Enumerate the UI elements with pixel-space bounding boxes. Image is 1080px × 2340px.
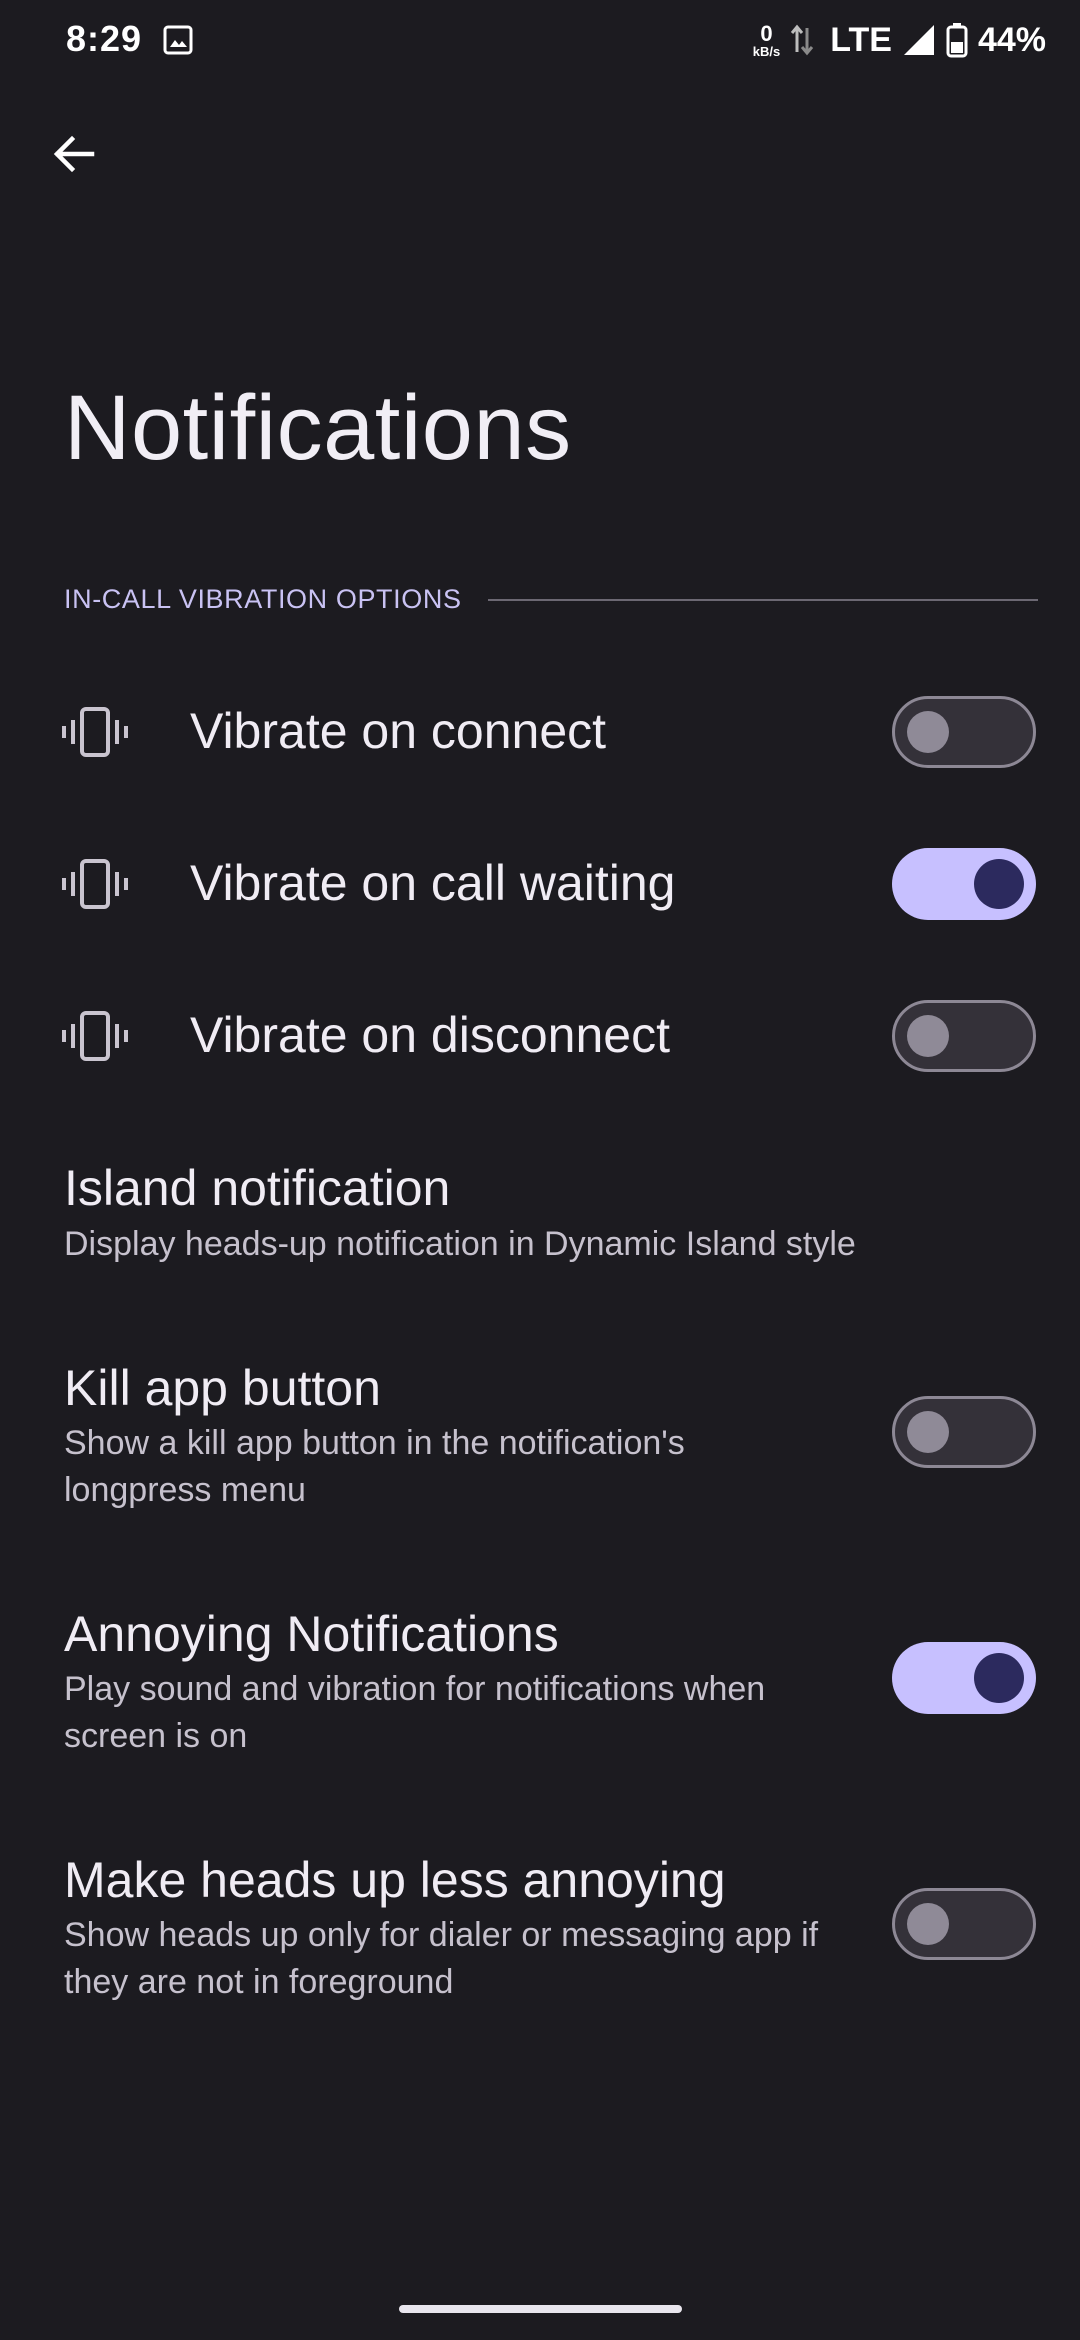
annoying-notifications-description: Play sound and vibration for notificatio… — [64, 1670, 766, 1755]
vibrate-on-connect-toggle[interactable] — [892, 696, 1036, 768]
vibrate-icon — [62, 707, 128, 757]
battery-percent: 44% — [977, 20, 1046, 59]
kill-app-button-title: Kill app button — [64, 1360, 381, 1416]
toggle-knob — [974, 1653, 1024, 1703]
vibrate-icon — [62, 859, 128, 909]
vibrate-on-disconnect-label: Vibrate on disconnect — [190, 1007, 670, 1063]
status-bar: 8:29 0 kB/s LTE 44% — [0, 0, 1080, 80]
page-title: Notifications — [64, 377, 572, 479]
network-speed-unit: kB/s — [752, 43, 781, 59]
signal-icon — [903, 25, 934, 55]
annoying-notifications-title: Annoying Notifications — [64, 1606, 559, 1662]
toggle-knob — [907, 1015, 949, 1057]
arrow-left-icon — [53, 135, 95, 173]
vibrate-on-connect-row[interactable]: Vibrate on connect — [0, 680, 1080, 784]
data-arrows-icon — [791, 24, 814, 56]
heads-up-less-annoying-description: Show heads up only for dialer or messagi… — [64, 1916, 819, 2001]
heads-up-less-annoying-row[interactable]: Make heads up less annoying Show heads u… — [0, 1832, 1080, 2012]
gallery-icon — [163, 25, 193, 55]
status-indicators: 0 kB/s LTE 44% — [753, 16, 1046, 64]
toggle-knob — [974, 859, 1024, 909]
toggle-knob — [907, 1411, 949, 1453]
section-divider — [487, 598, 1038, 601]
section-header-label: IN-CALL VIBRATION OPTIONS — [64, 584, 462, 614]
section-header: IN-CALL VIBRATION OPTIONS — [64, 584, 1038, 615]
kill-app-button-toggle[interactable] — [892, 1396, 1036, 1468]
heads-up-less-annoying-toggle[interactable] — [892, 1888, 1036, 1960]
vibrate-on-disconnect-toggle[interactable] — [892, 1000, 1036, 1072]
home-indicator[interactable] — [399, 2305, 682, 2313]
status-time: 8:29 — [66, 18, 143, 59]
network-speed-value: 0 — [760, 20, 773, 46]
kill-app-button-description: Show a kill app button in the notificati… — [64, 1424, 685, 1509]
network-type: LTE — [830, 20, 892, 59]
vibrate-icon — [62, 1011, 128, 1061]
vibrate-on-connect-label: Vibrate on connect — [190, 703, 607, 759]
annoying-notifications-toggle[interactable] — [892, 1642, 1036, 1714]
island-notification-row[interactable]: Island notification Display heads-up not… — [0, 1140, 1080, 1280]
annoying-notifications-row[interactable]: Annoying Notifications Play sound and vi… — [0, 1586, 1080, 1766]
toggle-knob — [907, 1903, 949, 1945]
vibrate-on-call-waiting-row[interactable]: Vibrate on call waiting — [0, 832, 1080, 936]
heads-up-less-annoying-title: Make heads up less annoying — [64, 1852, 726, 1908]
network-speed: 0 kB/s — [752, 20, 781, 59]
vibrate-on-call-waiting-toggle[interactable] — [892, 848, 1036, 920]
vibrate-on-disconnect-row[interactable]: Vibrate on disconnect — [0, 984, 1080, 1088]
vibrate-on-call-waiting-label: Vibrate on call waiting — [190, 855, 676, 911]
toggle-knob — [907, 711, 949, 753]
back-button[interactable] — [40, 120, 108, 188]
island-notification-title: Island notification — [64, 1160, 451, 1216]
kill-app-button-row[interactable]: Kill app button Show a kill app button i… — [0, 1340, 1080, 1520]
island-notification-description: Display heads-up notification in Dynamic… — [64, 1225, 856, 1263]
battery-icon — [946, 23, 968, 58]
